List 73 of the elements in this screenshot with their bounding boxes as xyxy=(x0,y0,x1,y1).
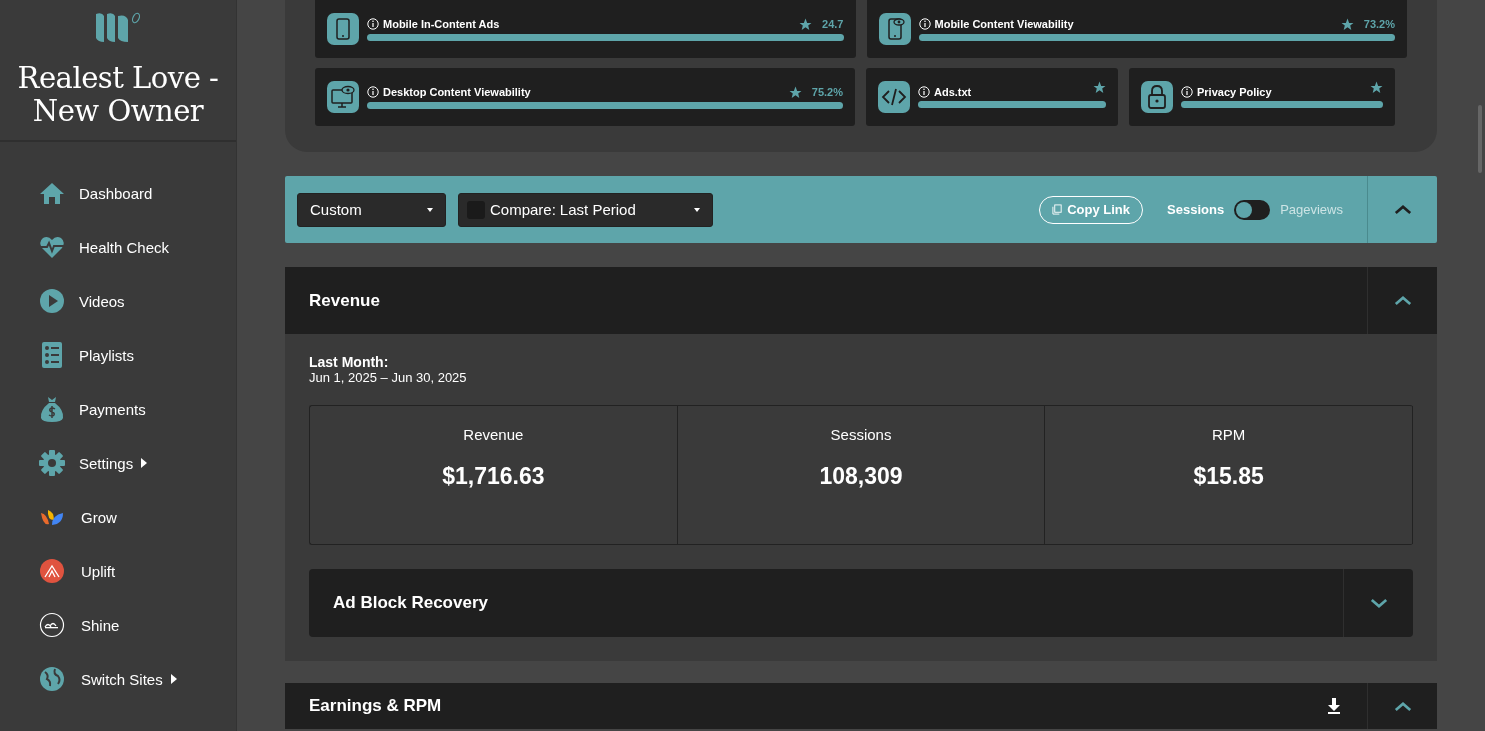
metric-value: 108,309 xyxy=(819,463,903,490)
compare-dropdown[interactable]: Compare: Last Period xyxy=(458,192,713,227)
star-icon xyxy=(1370,80,1383,94)
star-icon xyxy=(788,85,802,99)
globe-icon xyxy=(39,666,65,692)
compare-label: Compare: xyxy=(490,201,556,218)
score-value: 75.2% xyxy=(811,86,843,98)
nav-item[interactable]: Switch Sites xyxy=(39,666,177,692)
scorecard-title: Mobile Content Viewability xyxy=(934,18,1074,30)
nav-item[interactable]: Health Check xyxy=(39,234,170,260)
section-title: Revenue xyxy=(309,290,380,311)
date-range-dropdown[interactable]: Custom xyxy=(297,192,446,227)
nav-item[interactable]: Grow xyxy=(39,504,117,530)
score-value: 73.2% xyxy=(1363,18,1395,30)
caret-icon xyxy=(427,207,433,212)
nav-item[interactable]: Settings xyxy=(39,450,148,476)
settings-icon xyxy=(39,450,65,476)
mobile-phone-icon xyxy=(327,13,359,45)
metric-value: $1,716.63 xyxy=(442,463,545,490)
sessions-label: Sessions xyxy=(1167,202,1225,217)
pageviews-label: Pageviews xyxy=(1280,202,1343,217)
nav-item[interactable]: Uplift xyxy=(39,558,116,584)
score-value: 24.7 xyxy=(822,18,844,30)
uplift-icon xyxy=(39,558,65,584)
caret-icon xyxy=(694,207,700,212)
period-label: Last Month: xyxy=(309,354,390,370)
info-icon[interactable] xyxy=(1181,86,1193,98)
section-title: Earnings & RPM xyxy=(309,696,442,716)
period-dates: Jun 1, 2025 – Jun 30, 2025 xyxy=(309,370,468,385)
home-icon xyxy=(39,180,65,206)
metric-label: RPM xyxy=(1212,426,1246,443)
info-icon[interactable] xyxy=(918,18,931,30)
scorecard-title: Privacy Policy xyxy=(1197,86,1272,98)
checklist-icon xyxy=(39,342,65,368)
scorecard-title: Desktop Content Viewability xyxy=(383,86,531,98)
money-bag-icon xyxy=(39,396,65,422)
lock-icon xyxy=(1141,81,1173,113)
nav-item[interactable]: Videos xyxy=(39,288,125,314)
chevron-icon xyxy=(1393,295,1412,306)
heartbeat-icon xyxy=(39,234,65,260)
caret-icon xyxy=(170,674,177,684)
metric-value: $15.85 xyxy=(1193,463,1264,490)
chevron-icon xyxy=(1369,597,1388,609)
code-icon xyxy=(878,81,910,113)
nav-item[interactable]: Playlists xyxy=(39,342,134,368)
chevron-icon xyxy=(1393,700,1412,712)
nav-item[interactable]: Dashboard xyxy=(39,180,153,206)
scrollbar[interactable] xyxy=(1478,105,1482,173)
info-icon[interactable] xyxy=(918,86,930,98)
star-icon xyxy=(1340,17,1354,31)
metric-label: Revenue xyxy=(463,426,524,443)
copy-icon xyxy=(1052,204,1064,215)
monitor-eye-icon xyxy=(327,81,359,113)
star-icon xyxy=(799,17,813,31)
scorecard-title: Mobile In-Content Ads xyxy=(383,18,500,30)
star-icon xyxy=(1093,80,1106,94)
info-icon[interactable] xyxy=(367,18,379,30)
logo-icon xyxy=(94,10,142,44)
info-icon[interactable] xyxy=(367,86,379,98)
nav-item[interactable]: Shine xyxy=(39,612,120,638)
scorecard-title: Ads.txt xyxy=(934,86,972,98)
site-title: Realest Love - New Owner xyxy=(16,62,220,128)
compare-value: Last Period xyxy=(559,201,636,218)
play-icon xyxy=(39,288,65,314)
caret-icon xyxy=(141,458,148,468)
subsection-title: Ad Block Recovery xyxy=(333,593,488,613)
phone-eye-icon xyxy=(878,13,911,45)
metric-toggle[interactable] xyxy=(1234,199,1271,220)
shine-icon xyxy=(39,612,65,638)
nav-item[interactable]: Payments xyxy=(39,396,146,422)
metric-label: Sessions xyxy=(830,426,892,443)
download-icon[interactable] xyxy=(1327,698,1341,714)
chevron-icon xyxy=(1393,204,1412,215)
